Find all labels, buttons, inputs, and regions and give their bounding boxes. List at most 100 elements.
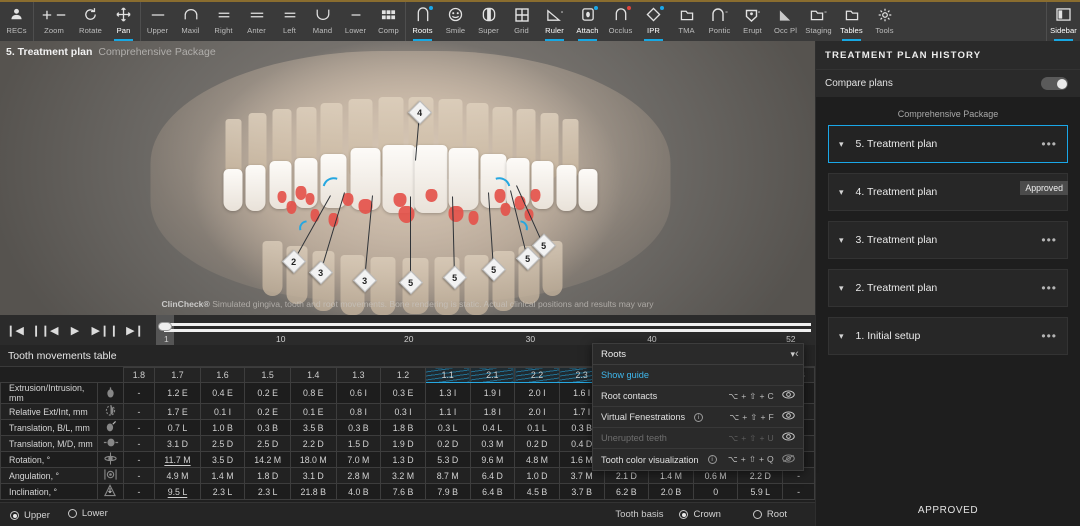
play-button[interactable]: ▶ [60,315,90,345]
chevron-down-icon[interactable]: ▾ [839,187,844,198]
table-cell[interactable]: 3.1 D [155,436,200,452]
table-cell[interactable]: 0.3 B [245,420,291,436]
table-cell[interactable]: 2.0 I [515,404,560,420]
table-cell[interactable]: 0.1 E [290,404,336,420]
toolbar-button-smile[interactable]: Smile [439,2,472,43]
table-cell[interactable]: 0.2 D [515,436,560,452]
table-cell[interactable]: 5.3 D [425,452,470,468]
table-cell[interactable]: 21.8 B [290,484,336,500]
table-column-header[interactable]: 1.6 [200,368,245,383]
toolbar-button-pan[interactable]: Pan [107,2,140,43]
table-cell[interactable]: 0.3 E [381,383,426,404]
table-cell[interactable]: 2.3 L [200,484,245,500]
plan-item-menu-icon[interactable]: ••• [1041,281,1057,295]
table-cell[interactable]: - [123,436,155,452]
plan-item-menu-icon[interactable]: ••• [1041,233,1057,247]
table-cell[interactable]: 6.4 B [470,484,515,500]
timeline-track-lower[interactable] [164,329,811,332]
toolbar-button-attach[interactable]: Attach [571,2,604,43]
compare-plans-row[interactable]: Compare plans [816,69,1080,97]
table-column-header[interactable]: 1.4 [290,368,336,383]
toolbar-button-zoom[interactable]: Zoom [34,2,74,43]
toolbar-button-super[interactable]: Super [472,2,505,43]
show-guide-link[interactable]: Show guide [593,365,803,386]
step-back-button[interactable]: ❙❙◀ [30,315,60,345]
table-cell[interactable]: 1.2 E [155,383,200,404]
table-column-header[interactable]: 1.5 [245,368,291,383]
toolbar-button-comp[interactable]: Comp [372,2,405,43]
toolbar-button-tables[interactable]: Tables [835,2,868,43]
table-column-header[interactable]: 1.3 [336,368,381,383]
play-pause-button[interactable]: ▶❙❙ [90,315,120,345]
chevron-down-icon[interactable]: ▾ [839,283,844,294]
table-cell[interactable]: 1.8 B [381,420,426,436]
table-cell[interactable]: 14.2 M [245,452,291,468]
table-cell[interactable]: 2.2 D [290,436,336,452]
table-cell[interactable]: 4.5 B [515,484,560,500]
toolbar-button-rotate[interactable]: Rotate [74,2,107,43]
arch-radio-upper[interactable]: Upper [10,510,50,521]
table-cell[interactable]: - [123,484,155,500]
chevron-down-icon[interactable]: ▾ [839,331,844,342]
basis-radio-crown[interactable]: Crown [679,509,720,520]
table-cell[interactable]: 1.9 I [470,383,515,404]
toolbar-button-lower[interactable]: Lower [339,2,372,43]
toolbar-button-anter[interactable]: Anter [240,2,273,43]
table-cell[interactable]: 0.3 B [336,420,381,436]
table-cell[interactable]: 18.0 M [290,452,336,468]
table-cell[interactable]: - [123,383,155,404]
table-column-header[interactable]: 1.1 [425,368,470,383]
table-cell[interactable]: 2.8 M [336,468,381,484]
table-cell[interactable]: 1.0 B [200,420,245,436]
skip-to-start-button[interactable]: ❙◀ [0,315,30,345]
info-icon[interactable]: i [708,455,717,464]
toolbar-button-ruler[interactable]: °Ruler [538,2,571,43]
table-cell[interactable]: 3.7 B [559,484,604,500]
plan-item-5[interactable]: ▾1. Initial setup••• [828,317,1068,355]
table-cell[interactable]: 0.8 E [290,383,336,404]
table-cell[interactable]: 7.9 B [425,484,470,500]
table-cell[interactable]: 4.8 M [515,452,560,468]
roots-menu-item[interactable]: Virtual Fenestrationsi⌥ + ⇧ + F [593,407,803,428]
table-cell[interactable]: 3.5 D [200,452,245,468]
toolbar-button-grid[interactable]: Grid [505,2,538,43]
table-cell[interactable]: 1.0 D [515,468,560,484]
table-cell[interactable]: - [123,420,155,436]
table-cell[interactable]: 0.7 L [155,420,200,436]
chevron-down-icon[interactable]: ▾ [839,235,844,246]
compare-plans-toggle[interactable] [1041,77,1068,90]
table-cell[interactable]: 2.0 B [649,484,694,500]
table-column-header[interactable]: 2.2 [515,368,560,383]
roots-menu-item[interactable]: Root contacts⌥ + ⇧ + C [593,386,803,407]
table-cell[interactable]: 4.9 M [155,468,200,484]
toolbar-button-erupt[interactable]: °Erupt [736,2,769,43]
table-cell[interactable]: 0.2 E [245,383,291,404]
toolbar-button-upper[interactable]: Upper [141,2,174,43]
chevron-down-icon[interactable]: ▾ [839,139,844,150]
table-cell[interactable]: 0.4 L [470,420,515,436]
table-cell[interactable]: 1.7 E [155,404,200,420]
table-cell[interactable]: - [123,468,155,484]
eye-visible-icon[interactable] [782,432,795,444]
table-cell[interactable]: 9.5 L [155,484,200,500]
toolbar-button-occ-pl[interactable]: Occ Pl [769,2,802,43]
table-cell[interactable]: 7.0 M [336,452,381,468]
toolbar-button-staging[interactable]: °Staging [802,2,835,43]
table-column-header[interactable]: 1.7 [155,368,200,383]
table-cell[interactable]: - [123,452,155,468]
table-cell[interactable]: 2.0 I [515,383,560,404]
plan-item-1[interactable]: ▾5. Treatment plan••• [828,125,1068,163]
table-cell[interactable]: 1.5 D [336,436,381,452]
table-cell[interactable]: 0.2 E [245,404,291,420]
table-cell[interactable]: 1.8 D [245,468,291,484]
table-cell[interactable]: 0.2 D [425,436,470,452]
table-column-header[interactable]: 2.1 [470,368,515,383]
table-column-header[interactable]: 1.2 [381,368,426,383]
roots-dropdown-menu[interactable]: Roots ▾ Show guide Root contacts⌥ + ⇧ + … [592,343,804,471]
table-cell[interactable]: 1.3 I [425,383,470,404]
toolbar-button-ipr[interactable]: IPR [637,2,670,43]
arch-radio-lower[interactable]: Lower [68,508,108,519]
table-cell[interactable]: 0.3 I [381,404,426,420]
basis-radio-root[interactable]: Root [753,509,787,520]
table-cell[interactable]: 6.2 B [604,484,649,500]
